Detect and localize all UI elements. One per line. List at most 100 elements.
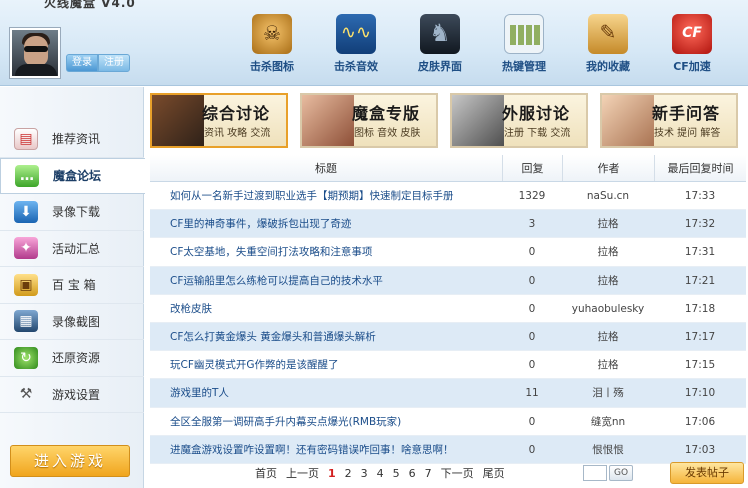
toolbar-skin[interactable]: 皮肤界面 [398, 14, 482, 74]
toolbar-kill-icons[interactable]: 击杀图标 [230, 14, 314, 74]
table-row[interactable]: 如何从一名新手过渡到职业选手【期预期】快速制定目标手册 1329 naSu.cn 17… [150, 182, 746, 211]
sidebar-item-label: 魔盒论坛 [53, 169, 102, 184]
toolbar-cf-accelerate[interactable]: CF加速 [650, 14, 734, 74]
sidebar-item-label: 游戏设置 [52, 387, 101, 402]
table-row[interactable]: 进魔盒游戏设置咋设置啊！还有密码错误咋回事！啥意思啊！ 0 恨恨恨 17:03 [150, 435, 746, 464]
page-link[interactable]: 2 [345, 467, 352, 480]
last-reply-time: 17:18 [684, 302, 716, 315]
last-page-link[interactable]: 尾页 [483, 465, 505, 481]
sidebar-item-game-settings[interactable]: ⚒ 游戏设置 [0, 377, 144, 413]
avatar[interactable] [10, 28, 60, 78]
forum-category-banners: 综合讨论 资讯 攻略 交流 魔盒专版 图标 音效 皮肤 外服讨论 注册 下载 交… [150, 93, 748, 148]
sidebar-item-forum[interactable]: … 魔盒论坛 [0, 157, 145, 194]
post-thread-button[interactable]: 发表帖子 [670, 462, 744, 484]
kill-icon [252, 14, 292, 54]
thread-title-link[interactable]: 玩CF幽灵模式开G作弊的是该醒醒了 [150, 351, 502, 378]
last-reply-time: 17:32 [684, 218, 716, 231]
thread-title-link[interactable]: 如何从一名新手过渡到职业选手【期预期】快速制定目标手册 [150, 182, 502, 209]
thread-title-link[interactable]: 改枪皮肤 [150, 295, 502, 322]
thread-title-link[interactable]: CF运输船里怎么练枪可以提高自己的技术水平 [150, 267, 502, 294]
table-row[interactable]: 玩CF幽灵模式开G作弊的是该醒醒了 0 拉格 17:15 [150, 351, 746, 380]
last-reply-time: 17:10 [684, 387, 716, 400]
table-row[interactable]: 改枪皮肤 0 yuhaobulesky 17:18 [150, 295, 746, 323]
favorites-icon [588, 14, 628, 54]
author-name[interactable]: 拉格 [562, 210, 654, 237]
page-jump-input[interactable] [583, 465, 607, 481]
login-button[interactable]: 登录 [66, 54, 98, 72]
toolbar-label: 击杀音效 [334, 60, 378, 73]
toolbar-favorites[interactable]: 我的收藏 [566, 14, 650, 74]
go-button[interactable]: GO [609, 465, 633, 481]
header-replies[interactable]: 回复 [502, 155, 562, 181]
table-row[interactable]: 游戏里的T人 11 泪丨殇 17:10 [150, 379, 746, 408]
author-name[interactable]: 恨恨恨 [562, 436, 654, 463]
author-name[interactable]: 缝宽nn [562, 408, 654, 435]
table-body: 如何从一名新手过渡到职业选手【期预期】快速制定目标手册 1329 naSu.cn 17… [150, 182, 746, 464]
banner-mohe-special[interactable]: 魔盒专版 图标 音效 皮肤 [300, 93, 438, 148]
banner-newbie-qa[interactable]: 新手问答 技术 提问 解答 [600, 93, 738, 148]
gift-icon: ✦ [14, 237, 38, 260]
toolbar-hotkeys[interactable]: 热键管理 [482, 14, 566, 74]
page-link-current[interactable]: 1 [328, 467, 336, 480]
toolbar-kill-sounds[interactable]: 击杀音效 [314, 14, 398, 74]
banner-general-discussion[interactable]: 综合讨论 资讯 攻略 交流 [150, 93, 288, 148]
table-header: 标题 回复 作者 最后回复时间 [150, 155, 746, 182]
author-name[interactable]: 拉格 [562, 323, 654, 350]
thread-title-link[interactable]: CF里的神奇事件，爆破拆包出现了奇迹 [150, 210, 502, 237]
author-name[interactable]: yuhaobulesky [562, 295, 654, 322]
first-page-link[interactable]: 首页 [255, 465, 277, 481]
thread-title-link[interactable]: 进魔盒游戏设置咋设置啊！还有密码错误咋回事！啥意思啊！ [150, 436, 502, 463]
thread-title-link[interactable]: 全区全服第一调研高手升内幕买点爆光(RMB玩家) [150, 408, 502, 435]
sidebar-item-download[interactable]: ⬇ 录像下载 [0, 194, 144, 231]
table-row[interactable]: CF里的神奇事件，爆破拆包出现了奇迹 3 拉格 17:32 [150, 210, 746, 239]
download-icon: ⬇ [14, 200, 38, 223]
thread-title-link[interactable]: CF怎么打黄金爆头 黄金爆头和普通爆头解析 [150, 323, 502, 350]
treasure-box-icon: ▣ [14, 273, 38, 296]
page-link[interactable]: 6 [409, 467, 416, 480]
banner-title: 综合讨论 [202, 104, 271, 123]
banner-title: 外服讨论 [502, 104, 571, 123]
sound-icon [336, 14, 376, 54]
author-name[interactable]: 拉格 [562, 238, 654, 265]
page-link[interactable]: 4 [377, 467, 384, 480]
header-author[interactable]: 作者 [562, 155, 654, 181]
sidebar-item-screenshots[interactable]: ▦ 录像截图 [0, 304, 144, 340]
news-icon: ▤ [14, 127, 38, 150]
blonde-girl-image [602, 95, 654, 146]
header-last-reply[interactable]: 最后回复时间 [654, 155, 746, 181]
forum-icon: … [15, 164, 39, 187]
last-reply-time: 17:03 [684, 443, 716, 456]
sidebar-item-treasure-box[interactable]: ▣ 百 宝 箱 [0, 267, 144, 304]
next-page-link[interactable]: 下一页 [441, 465, 474, 481]
last-reply-time: 17:31 [684, 246, 716, 259]
sidebar-item-news[interactable]: ▤ 推荐资讯 [0, 121, 144, 158]
avatar-glasses [24, 46, 48, 52]
table-row[interactable]: 全区全服第一调研高手升内幕买点爆光(RMB玩家) 0 缝宽nn 17:06 [150, 408, 746, 436]
sidebar-item-label: 录像下载 [52, 205, 101, 220]
page-link[interactable]: 5 [393, 467, 400, 480]
thread-title-link[interactable]: CF太空基地，失重空间打法攻略和注意事项 [150, 238, 502, 265]
author-name[interactable]: 拉格 [562, 351, 654, 378]
banner-subtitle: 注册 下载 交流 [504, 128, 571, 139]
author-name[interactable]: naSu.cn [562, 182, 654, 209]
author-name[interactable]: 泪丨殇 [562, 379, 654, 406]
sidebar-item-activities[interactable]: ✦ 活动汇总 [0, 231, 144, 267]
enter-game-button[interactable]: 进入游戏 [10, 445, 130, 477]
sidebar-item-restore[interactable]: ↻ 还原资源 [0, 340, 144, 377]
header-title[interactable]: 标题 [150, 155, 502, 181]
table-row[interactable]: CF怎么打黄金爆头 黄金爆头和普通爆头解析 0 拉格 17:17 [150, 322, 746, 352]
page-link[interactable]: 3 [361, 467, 368, 480]
table-row[interactable]: CF太空基地，失重空间打法攻略和注意事项 0 拉格 17:31 [150, 238, 746, 267]
avatar-body [15, 64, 57, 76]
banner-foreign-server[interactable]: 外服讨论 注册 下载 交流 [450, 93, 588, 148]
author-name[interactable]: 拉格 [562, 267, 654, 294]
reply-count: 11 [525, 387, 539, 400]
sidebar-nav: ▤ 推荐资讯 … 魔盒论坛 ⬇ 录像下载 ✦ 活动汇总 ▣ 百 宝 箱 ▦ 录像… [0, 121, 145, 413]
settings-icon: ⚒ [19, 386, 33, 403]
register-button[interactable]: 注册 [98, 54, 130, 72]
toolbar-label: 击杀图标 [250, 60, 294, 73]
prev-page-link[interactable]: 上一页 [286, 465, 319, 481]
thread-title-link[interactable]: 游戏里的T人 [150, 379, 502, 406]
table-row[interactable]: CF运输船里怎么练枪可以提高自己的技术水平 0 拉格 17:21 [150, 266, 746, 295]
page-link[interactable]: 7 [425, 467, 432, 480]
